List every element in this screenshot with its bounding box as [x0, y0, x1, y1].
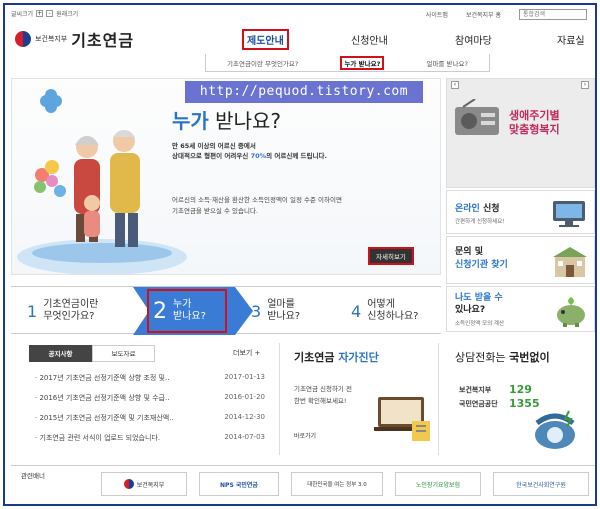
step-2[interactable]: 2 누가 받나요?	[153, 287, 206, 335]
step-4[interactable]: 4 어떻게 신청하나요?	[351, 287, 419, 335]
computer-icon	[553, 201, 585, 227]
related-nps[interactable]: NPS 국민연금	[199, 472, 279, 496]
self-check-box[interactable]: 기초연금 자가진단 기초연금 신청하기 전 한번 확인해보세요! 바로가기	[279, 343, 439, 455]
notice-row[interactable]: · 2015년 기초연금 선정기준액 및 기초재산액.. 2014-12-30	[35, 413, 265, 423]
notice-row[interactable]: · 2017년 기초연금 선정기준액 상향 조정 및.. 2017-01-13	[35, 373, 265, 383]
nav-system-guide[interactable]: 제도안내	[242, 29, 289, 50]
laptop-icon	[374, 397, 430, 441]
logo-title: 기초연금	[71, 31, 135, 50]
notice-row[interactable]: · 기초연금 관련 서식이 업로드 되었습니다. 2014-07-03	[35, 433, 265, 443]
eligibility-box[interactable]: 나도 받을 수 있나요? 소득인정액 모의 계산	[446, 286, 595, 332]
utility-links: 사이트맵 보건복지부 홈	[426, 9, 587, 20]
welfare-banner[interactable]: ‹ › 생애주기별 맞춤형복지	[446, 78, 595, 188]
notice-more-link[interactable]: 더보기 +	[233, 348, 260, 358]
zoom-out-button[interactable]: -	[46, 10, 54, 17]
inquiry-box[interactable]: 문의 및 신청기관 찾기	[446, 236, 595, 284]
step-3[interactable]: 3 얼마를 받나요?	[251, 287, 300, 335]
related-mohw[interactable]: 보건복지부	[101, 472, 187, 496]
building-icon	[553, 247, 587, 277]
sitemap-link[interactable]: 사이트맵	[426, 10, 448, 19]
online-apply-sub: 간편하게 신청하세요!	[455, 219, 505, 225]
font-size-controls: 글씨크기 + - 원래크기	[11, 9, 78, 18]
step-1[interactable]: 1 기초연금이란 무엇인가요?	[27, 287, 98, 335]
subnav-who-receives[interactable]: 누가 받나요?	[340, 55, 385, 70]
hero-description: 만 65세 이상의 어르신 중에서 상대적으로 형편이 어려우신 70%의 어르…	[172, 142, 327, 160]
telephone-icon	[535, 410, 575, 449]
default-size-button[interactable]: 원래크기	[56, 9, 78, 18]
banner-next-icon[interactable]: ›	[581, 81, 589, 89]
related-kihasa[interactable]: 한국보건사회연구원	[493, 472, 589, 496]
steps-bar: 1 기초연금이란 무엇인가요? 2 누가 받나요? 3 얼마를 받나요? 4 어떻게 신…	[11, 286, 441, 335]
radio-icon	[455, 99, 499, 135]
related-label: 관련배너	[21, 472, 45, 480]
related-banners: 관련배너 보건복지부 NPS 국민연금 대한민국을 여는 정부 3.0 노인장기…	[11, 465, 595, 501]
sub-nav: 기초연금이란 무엇인가요? 누가 받나요? 얼마를 받나요?	[205, 54, 490, 72]
online-apply-box[interactable]: 온라인 신청 간편하게 신청하세요!	[446, 190, 595, 234]
hero-panel: 누가 받나요? 만 65세 이상의 어르신 중에서 상대적으로 형편이 어려우신…	[11, 78, 441, 275]
more-button[interactable]: 자세히보기	[368, 247, 414, 265]
phone-line-2: 국민연금공단 1355	[459, 397, 540, 410]
piggy-bank-icon	[557, 297, 585, 327]
tab-press[interactable]: 보도자료	[92, 345, 155, 362]
taegeuk-emblem-icon	[15, 31, 31, 47]
banner-script: 생애주기별 맞춤형복지	[509, 109, 560, 136]
zoom-in-button[interactable]: +	[36, 10, 44, 17]
ministry-home-link[interactable]: 보건복지부 홈	[466, 10, 501, 19]
logo-ministry: 보건복지부	[35, 35, 68, 43]
phone-title: 상담전화는 국번없이	[455, 351, 550, 364]
nav-archive[interactable]: 자료실	[557, 32, 585, 47]
notice-row[interactable]: · 2016년 기초연금 선정기준액 상향 및 수급.. 2016-01-20	[35, 393, 265, 403]
related-gov30[interactable]: 대한민국을 여는 정부 3.0	[291, 472, 383, 496]
site-logo[interactable]: 보건복지부 기초연금	[15, 27, 134, 51]
font-size-label: 글씨크기	[11, 11, 34, 18]
self-check-go-link[interactable]: 바로가기	[294, 431, 316, 440]
phone-consult-box: 상담전화는 국번없이 보건복지부 129 국민연금공단 1355	[451, 343, 595, 455]
notice-tabs: 공지사항 보도자료	[29, 345, 155, 362]
hero-detail: 어르신의 소득·재산을 환산한 소득인정액이 일정 수준 이하이면 기초연금을 …	[172, 196, 342, 215]
taegeuk-emblem-icon	[123, 479, 134, 489]
phone-line-1: 보건복지부 129	[459, 383, 532, 396]
banner-prev-icon[interactable]: ‹	[451, 81, 459, 89]
eligibility-sub: 소득인정액 모의 계산	[455, 321, 505, 327]
nav-participation[interactable]: 참여마당	[455, 32, 492, 47]
self-check-text: 기초연금 신청하기 전 한번 확인해보세요!	[294, 385, 352, 405]
tab-notice[interactable]: 공지사항	[29, 345, 92, 362]
subnav-how-much[interactable]: 얼마를 받나요?	[427, 58, 468, 68]
self-check-title: 기초연금 자가진단	[294, 351, 379, 364]
nav-application-guide[interactable]: 신청안내	[351, 32, 388, 47]
watermark-url: http://pequod.tistory.com	[185, 81, 423, 103]
hero-title: 누가 받나요?	[172, 109, 281, 133]
browser-frame: 글씨크기 + - 원래크기 사이트맵 보건복지부 홈 보건복지부 기초연금 제도…	[3, 3, 597, 506]
related-ltc-insurance[interactable]: 노인장기요양보험	[395, 472, 481, 496]
search-input[interactable]	[519, 9, 587, 20]
subnav-what-is[interactable]: 기초연금이란 무엇인가요?	[227, 58, 298, 68]
